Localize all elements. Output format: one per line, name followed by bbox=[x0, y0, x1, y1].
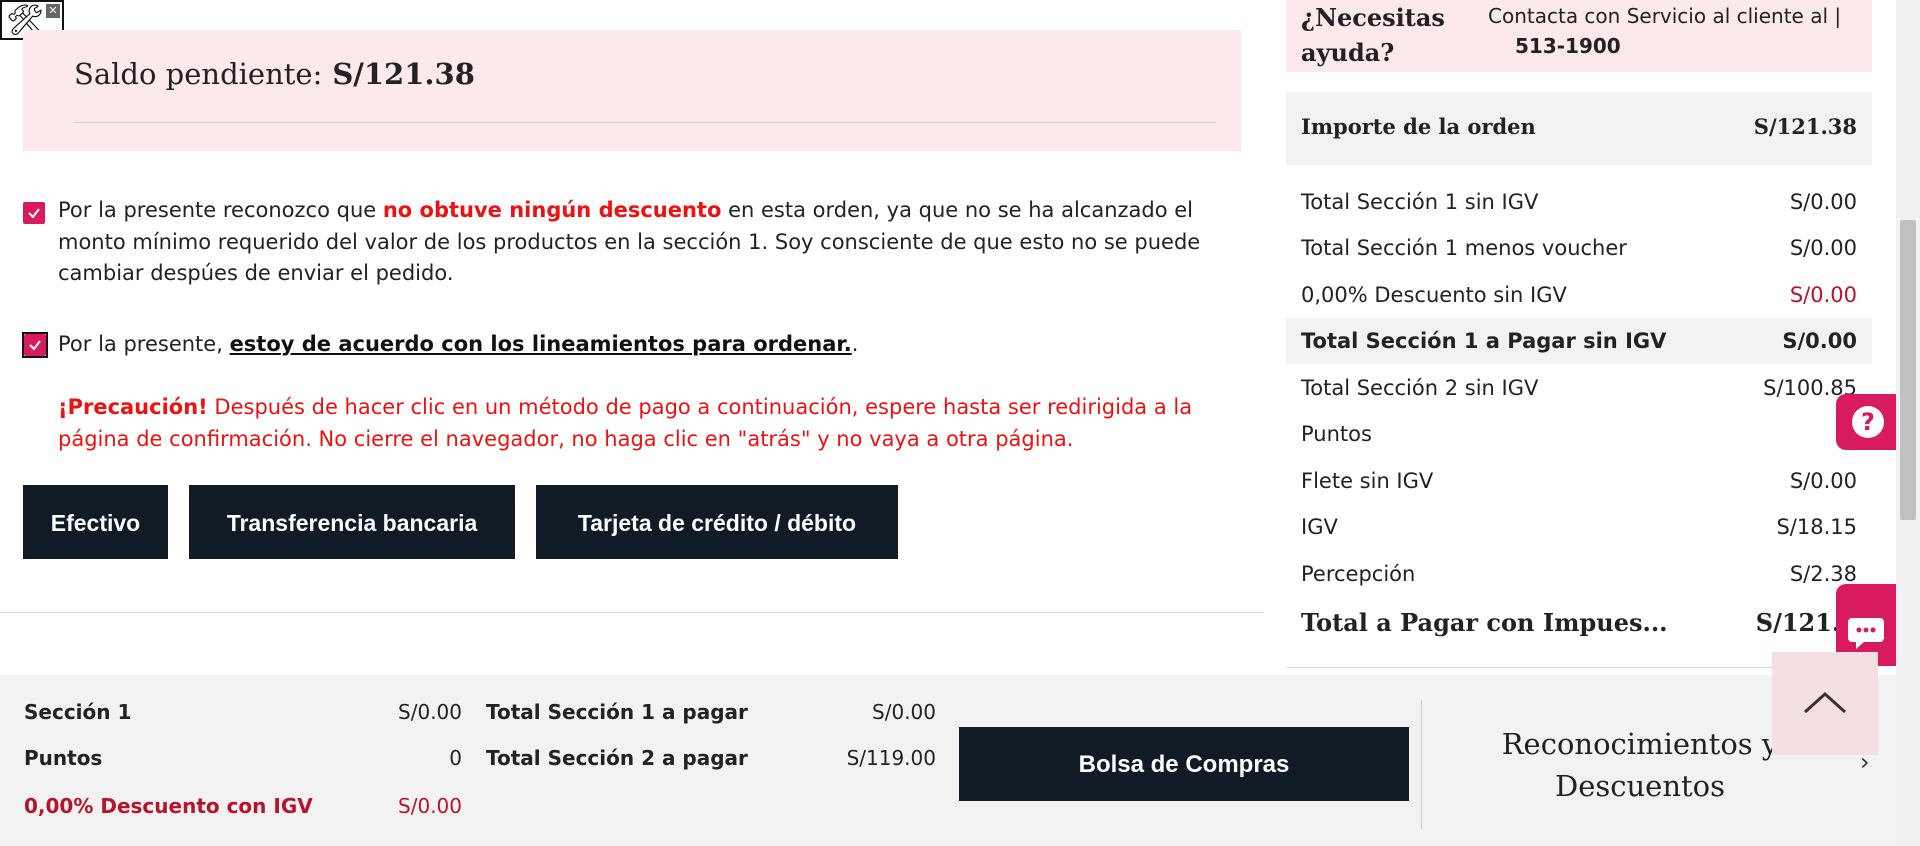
chevron-up-icon bbox=[1803, 691, 1847, 714]
card-button[interactable]: Tarjeta de crédito / débito bbox=[536, 485, 898, 559]
help-text: Contacta con Servicio al cliente al | bbox=[1488, 4, 1842, 28]
row-label: Flete sin IGV bbox=[1301, 469, 1434, 493]
bank-transfer-button[interactable]: Transferencia bancaria bbox=[189, 485, 515, 559]
total-label: Total a Pagar con Impues... bbox=[1301, 608, 1668, 637]
row-label: Total Sección 1 a Pagar sin IGV bbox=[1301, 329, 1667, 353]
checkmark-icon bbox=[28, 208, 40, 219]
order-row: Total Sección 1 a Pagar sin IGV S/0.00 bbox=[1286, 318, 1872, 364]
section1-value: S/0.00 bbox=[398, 700, 462, 724]
shopping-bag-button[interactable]: Bolsa de Compras bbox=[959, 727, 1409, 801]
acknowledge-part1: Por la presente reconozco que bbox=[58, 198, 383, 222]
points-value: 0 bbox=[449, 746, 462, 770]
order-header-label: Importe de la orden bbox=[1301, 114, 1536, 139]
order-row: Total Sección 1 menos voucher S/0.00 bbox=[1286, 225, 1872, 271]
order-row: Flete sin IGV S/0.00 bbox=[1286, 458, 1872, 504]
order-row: Total Sección 1 sin IGV S/0.00 bbox=[1286, 179, 1872, 225]
caution-body: Después de hacer clic en un método de pa… bbox=[58, 395, 1193, 451]
row-label: Total Sección 2 sin IGV bbox=[1301, 376, 1539, 400]
close-icon[interactable]: ✕ bbox=[46, 4, 60, 18]
question-icon: ? bbox=[1852, 406, 1884, 438]
agreement-checkbox[interactable] bbox=[24, 334, 46, 356]
balance-text: Saldo pendiente: S/121.38 bbox=[74, 57, 475, 91]
cash-button[interactable]: Efectivo bbox=[23, 485, 168, 559]
help-title: ¿Necesitas ayuda? bbox=[1301, 3, 1445, 67]
divider bbox=[0, 612, 1264, 613]
order-row: Percepción S/2.38 bbox=[1286, 551, 1872, 597]
row-label: Puntos bbox=[1301, 422, 1372, 446]
order-summary-header: Importe de la orden S/121.38 bbox=[1286, 92, 1872, 165]
total-section1-label: Total Sección 1 a pagar bbox=[486, 700, 748, 724]
total-section2-label: Total Sección 2 a pagar bbox=[486, 746, 748, 770]
balance-box: Saldo pendiente: S/121.38 bbox=[23, 30, 1241, 151]
row-label: Percepción bbox=[1301, 562, 1416, 586]
acknowledge-checkbox[interactable] bbox=[23, 202, 45, 224]
row-label: Total Sección 1 menos voucher bbox=[1301, 236, 1627, 260]
row-value: S/0.00 bbox=[1789, 236, 1857, 260]
total-section1-value: S/0.00 bbox=[872, 700, 936, 724]
row-value: S/0.00 bbox=[1789, 190, 1857, 214]
discount-value: S/0.00 bbox=[398, 794, 462, 818]
discount-label: 0,00% Descuento con IGV bbox=[24, 794, 313, 818]
agreement-checkbox-focus[interactable] bbox=[22, 332, 48, 358]
row-value: S/0.00 bbox=[1782, 329, 1857, 353]
section1-label: Sección 1 bbox=[24, 700, 132, 724]
balance-label: Saldo pendiente: bbox=[74, 57, 323, 91]
order-row: IGV S/18.15 bbox=[1286, 504, 1872, 550]
scroll-to-top-button[interactable] bbox=[1772, 652, 1878, 755]
row-label: IGV bbox=[1301, 515, 1338, 539]
divider bbox=[74, 122, 1216, 123]
points-label: Puntos bbox=[24, 746, 103, 770]
agreement-prefix: Por la presente, bbox=[58, 332, 230, 356]
row-value: S/0.00 bbox=[1789, 283, 1857, 307]
divider bbox=[1421, 700, 1422, 830]
help-float-button[interactable]: ? bbox=[1836, 394, 1896, 450]
scrollbar-thumb[interactable] bbox=[1900, 220, 1916, 520]
guidelines-link[interactable]: estoy de acuerdo con los lineamientos pa… bbox=[230, 332, 852, 356]
row-label: Total Sección 1 sin IGV bbox=[1301, 190, 1539, 214]
agreement-text: Por la presente, estoy de acuerdo con lo… bbox=[58, 329, 1238, 361]
order-header-value: S/121.38 bbox=[1753, 114, 1857, 139]
agreement-suffix: . bbox=[851, 332, 859, 356]
row-label: 0,00% Descuento sin IGV bbox=[1301, 283, 1567, 307]
order-row: 0,00% Descuento sin IGV S/0.00 bbox=[1286, 272, 1872, 318]
order-total-row: Total a Pagar con Impues... S/121.3 bbox=[1286, 598, 1872, 648]
order-row: Puntos bbox=[1286, 411, 1872, 457]
order-row: Total Sección 2 sin IGV S/100.85 bbox=[1286, 365, 1872, 411]
caution-text: ¡Precaución! Después de hacer clic en un… bbox=[58, 392, 1238, 455]
help-box: ¿Necesitas ayuda? Contacta con Servicio … bbox=[1286, 0, 1872, 72]
row-value: S/18.15 bbox=[1776, 515, 1857, 539]
balance-value: S/121.38 bbox=[332, 57, 475, 91]
checkmark-icon bbox=[29, 340, 41, 351]
acknowledge-highlight: no obtuve ningún descuento bbox=[382, 198, 722, 222]
caution-title: ¡Precaución! bbox=[58, 395, 208, 419]
total-section2-value: S/119.00 bbox=[846, 746, 936, 770]
help-phone[interactable]: 513-1900 bbox=[1515, 30, 1621, 63]
scrollbar[interactable] bbox=[1896, 0, 1920, 846]
recognition-discounts-link[interactable]: Reconocimientos y Descuentos bbox=[1490, 723, 1790, 807]
acknowledge-text: Por la presente reconozco que no obtuve … bbox=[58, 195, 1238, 290]
row-value: S/0.00 bbox=[1789, 469, 1857, 493]
